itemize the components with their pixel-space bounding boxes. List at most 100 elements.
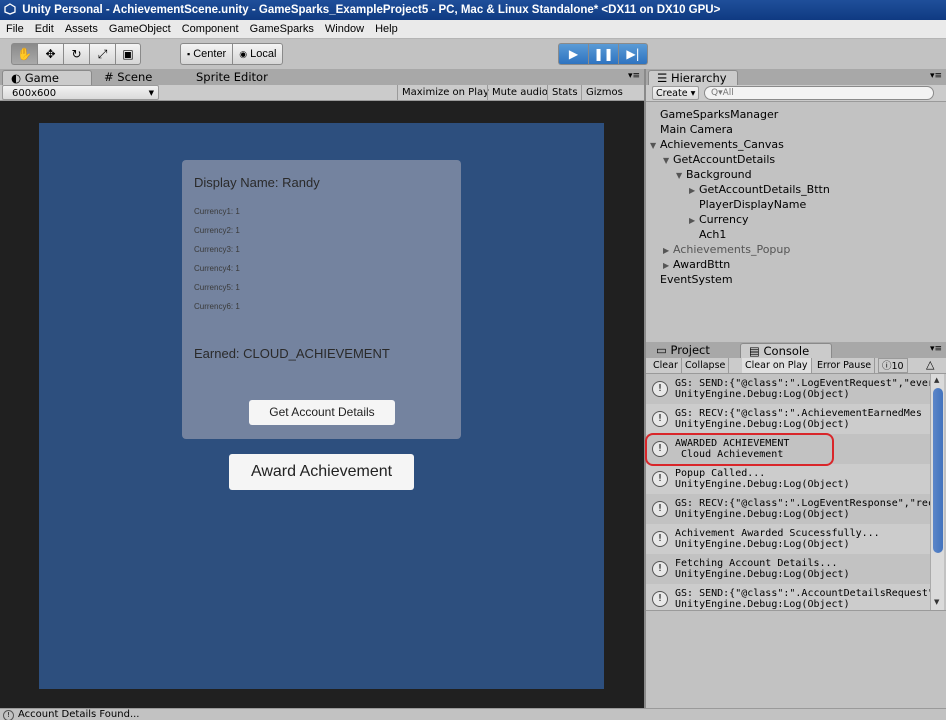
tab-menu-icon[interactable]: ▾≡ [930, 71, 942, 81]
maximize-on-play-toggle[interactable]: Maximize on Play [397, 85, 493, 100]
chevron-down-icon: ▼ [148, 89, 154, 97]
tab-project-label: Project [670, 343, 710, 357]
menu-edit[interactable]: Edit [35, 23, 54, 35]
mute-audio-toggle[interactable]: Mute audio [487, 85, 552, 100]
menu-component[interactable]: Component [182, 23, 239, 35]
pivot-icon: ▪ [187, 49, 191, 59]
tab-menu-icon[interactable]: ▾≡ [930, 344, 942, 354]
collapsed-arrow-icon[interactable]: ▶ [663, 258, 673, 273]
move-tool-button[interactable]: ✥ [37, 43, 63, 65]
scroll-up-icon[interactable]: ▲ [934, 376, 939, 384]
hierarchy-item[interactable]: ▼ Background [676, 167, 752, 182]
pivot-mode-button[interactable]: ▪ Center [180, 43, 233, 65]
highlight-annotation [645, 433, 834, 466]
menu-window[interactable]: Window [325, 23, 364, 35]
console-log-entry[interactable]: ! GS: RECV:{"@class":".AchievementEarnedM… [646, 404, 930, 434]
hierarchy-item[interactable]: GameSparksManager [660, 107, 778, 122]
log-message: GS: RECV:{"@class":".LogEventResponse","… [675, 498, 930, 509]
clear-button[interactable]: Clear [650, 358, 682, 373]
rect-tool-button[interactable]: ▣ [115, 43, 141, 65]
console-icon: ▤ [749, 344, 760, 358]
stats-toggle[interactable]: Stats [547, 85, 582, 100]
rotate-tool-button[interactable]: ↻ [63, 43, 89, 65]
log-stack: UnityEngine.Debug:Log(Object) [675, 509, 850, 520]
log-stack: UnityEngine.Debug:Log(Object) [675, 389, 850, 400]
currency-label: Currency3: 1 [194, 245, 240, 254]
hierarchy-item[interactable]: Main Camera [660, 122, 733, 137]
hierarchy-item[interactable]: EventSystem [660, 272, 733, 287]
clear-on-play-toggle[interactable]: Clear on Play [742, 358, 812, 373]
create-dropdown[interactable]: Create ▾ [652, 86, 700, 100]
get-account-details-button[interactable]: Get Account Details [249, 400, 395, 425]
collapsed-arrow-icon[interactable]: ▶ [663, 243, 673, 258]
hierarchy-search-input[interactable]: Q▾All [704, 86, 934, 100]
play-button[interactable]: ▶ [558, 43, 588, 65]
console-log-entry[interactable]: ! Popup Called... UnityEngine.Debug:Log(Ob… [646, 464, 930, 494]
warning-icon[interactable]: △ [926, 358, 934, 371]
tab-menu-icon[interactable]: ▾≡ [628, 71, 640, 81]
info-icon: ! [652, 531, 668, 547]
scale-tool-button[interactable]: ⤢ [89, 43, 115, 65]
hierarchy-item[interactable]: PlayerDisplayName [699, 197, 806, 212]
pivot-toggles: ▪ Center ◉ Local [180, 43, 284, 65]
console-log-entry[interactable]: ! GS: SEND:{"@class":".LogEventRequest","… [646, 374, 930, 404]
tab-scene[interactable]: # Scene [96, 70, 186, 85]
hierarchy-item[interactable]: ▶ Currency [689, 212, 749, 227]
currency-label: Currency2: 1 [194, 226, 240, 235]
console-scrollbar[interactable]: ▲ ▼ [930, 374, 944, 610]
tab-hierarchy[interactable]: ☰ Hierarchy [648, 70, 738, 85]
log-count-toggle[interactable]: ⓘ10 [878, 358, 908, 373]
menu-help[interactable]: Help [375, 23, 398, 35]
hierarchy-item[interactable]: ▶ AwardBttn [663, 257, 730, 272]
console-log-entry[interactable]: ! Achivement Awarded Scucessfully... Unity… [646, 524, 930, 554]
award-achievement-button[interactable]: Award Achievement [229, 454, 414, 490]
scroll-down-icon[interactable]: ▼ [934, 598, 939, 606]
scale-icon: ⤢ [97, 46, 108, 61]
menu-assets[interactable]: Assets [65, 23, 98, 35]
step-button[interactable]: ▶| [618, 43, 648, 65]
create-label: Create [656, 88, 688, 99]
info-icon: ! [652, 381, 668, 397]
hierarchy-toolbar: Create ▾ Q▾All [646, 85, 946, 102]
tab-game[interactable]: ◐ Game [2, 70, 92, 85]
hierarchy-item[interactable]: ▼ Achievements_Canvas [650, 137, 784, 152]
play-controls: ▶ ❚❚ ▶| [558, 43, 648, 65]
hierarchy-item-label: Ach1 [699, 228, 727, 241]
hierarchy-item[interactable]: ▼ GetAccountDetails [663, 152, 775, 167]
tab-console[interactable]: ▤ Console [740, 343, 832, 358]
expanded-arrow-icon[interactable]: ▼ [663, 153, 673, 168]
hierarchy-item-label: Currency [699, 213, 749, 226]
collapsed-arrow-icon[interactable]: ▶ [689, 183, 699, 198]
pivot-space-button[interactable]: ◉ Local [232, 43, 284, 65]
console-log-entry[interactable]: ! GS: RECV:{"@class":".LogEventResponse",… [646, 494, 930, 524]
hierarchy-item[interactable]: Ach1 [699, 227, 726, 242]
menu-file[interactable]: File [6, 23, 24, 35]
tab-project[interactable]: ▭ Project [648, 343, 736, 358]
tab-sprite-editor[interactable]: Sprite Editor [188, 70, 288, 85]
window-title-bar: Unity Personal - AchievementScene.unity … [0, 0, 946, 20]
resolution-dropdown[interactable]: 600x600 ▼ [2, 85, 159, 100]
hand-tool-button[interactable]: ✋ [11, 43, 37, 65]
info-icon: ! [652, 501, 668, 517]
hierarchy-item-label: GetAccountDetails_Bttn [699, 183, 830, 196]
menu-gameobject[interactable]: GameObject [109, 23, 171, 35]
hierarchy-item[interactable]: ▶ GetAccountDetails_Bttn [689, 182, 830, 197]
console-log-entry[interactable]: ! GS: SEND:{"@class":".AccountDetailsRequ… [646, 584, 930, 610]
console-log-entry[interactable]: ! Fetching Account Details... UnityEngine.… [646, 554, 930, 584]
scrollbar-thumb[interactable] [933, 388, 943, 553]
log-message: GS: SEND:{"@class":".AccountDetailsReque… [675, 588, 930, 599]
log-count: 10 [891, 361, 904, 372]
status-bar: ! Account Details Found... [0, 708, 946, 720]
expanded-arrow-icon[interactable]: ▼ [676, 168, 686, 183]
pause-button[interactable]: ❚❚ [588, 43, 618, 65]
expanded-arrow-icon[interactable]: ▼ [650, 138, 660, 153]
hierarchy-item-label: Main Camera [660, 123, 733, 136]
error-pause-toggle[interactable]: Error Pause [814, 358, 876, 373]
menu-gamesparks[interactable]: GameSparks [250, 23, 314, 35]
log-stack: UnityEngine.Debug:Log(Object) [675, 539, 850, 550]
hierarchy-item[interactable]: ▶ Achievements_Popup [663, 242, 790, 257]
collapsed-arrow-icon[interactable]: ▶ [689, 213, 699, 228]
collapse-button[interactable]: Collapse [682, 358, 730, 373]
gizmos-dropdown[interactable]: Gizmos [581, 85, 627, 100]
log-stack: UnityEngine.Debug:Log(Object) [675, 479, 850, 490]
